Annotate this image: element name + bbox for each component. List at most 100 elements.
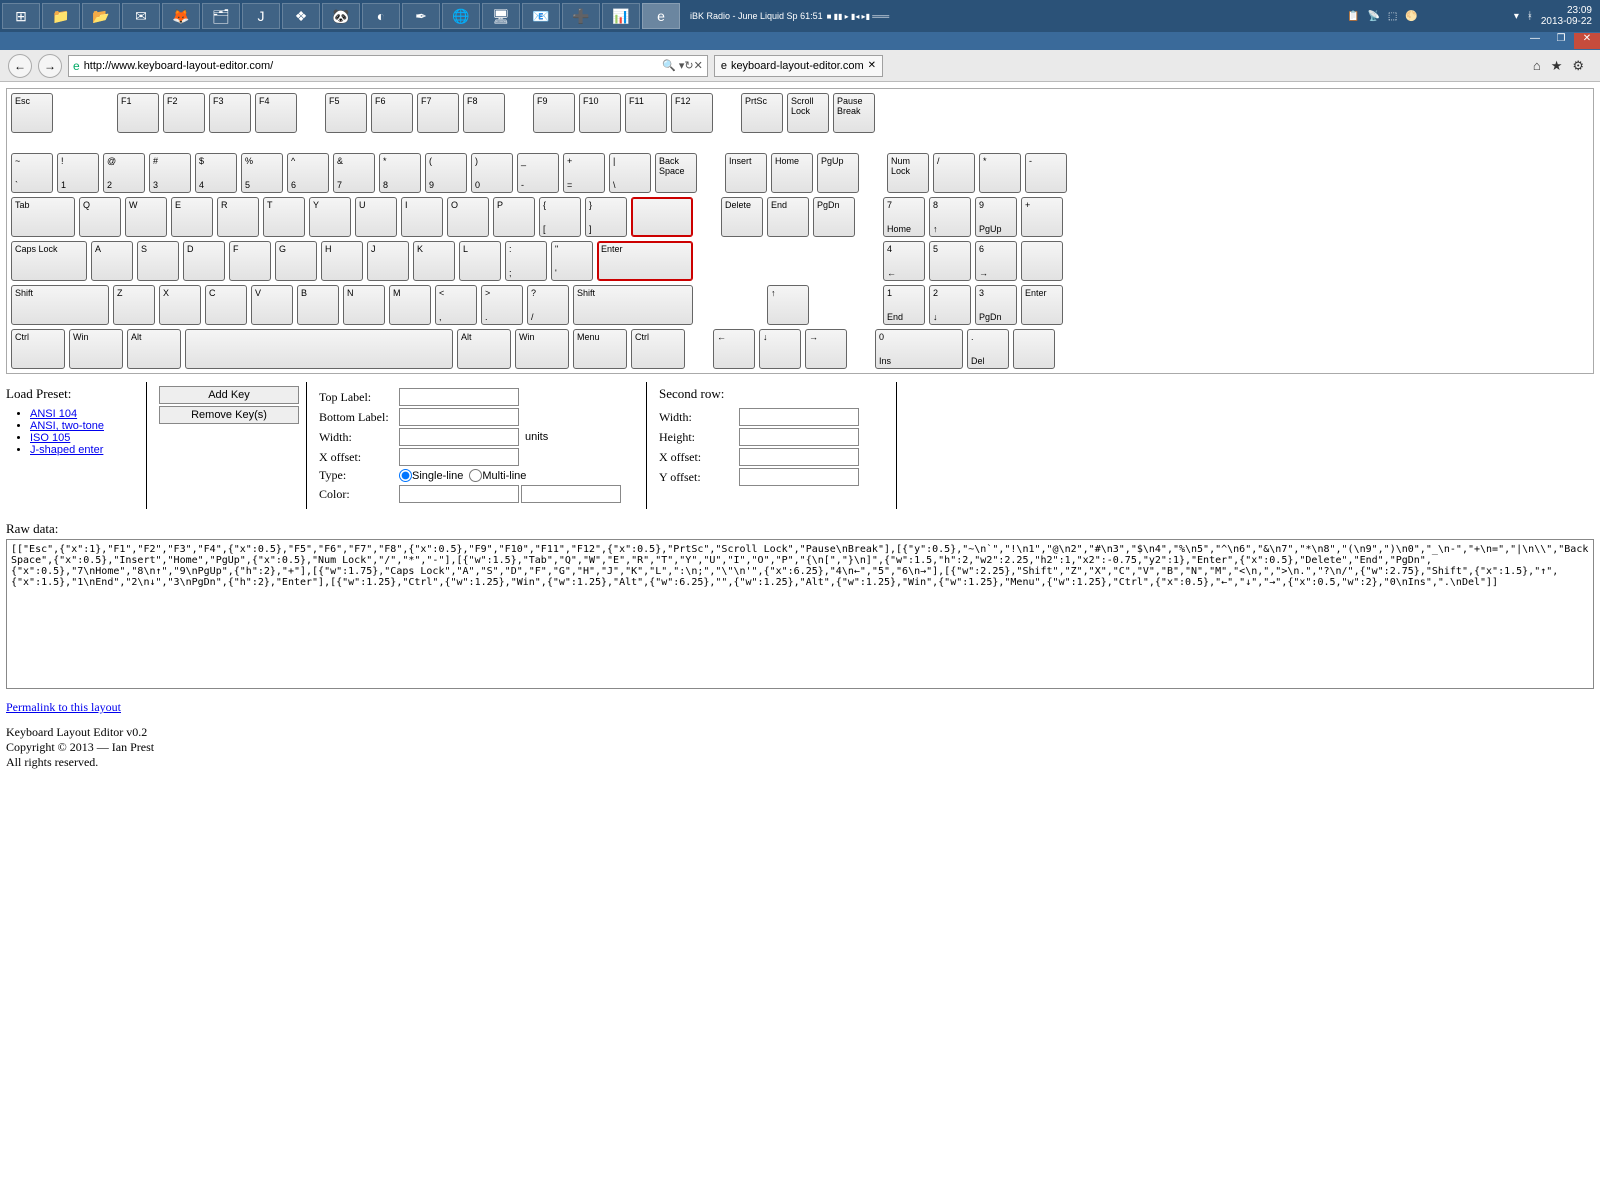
- key-alt[interactable]: Alt: [457, 329, 511, 369]
- task-firefox[interactable]: 🦊: [162, 3, 200, 29]
- key-7[interactable]: 7Home: [883, 197, 925, 237]
- key-[interactable]: +: [1021, 197, 1063, 237]
- tray-bt-icon[interactable]: ᚼ: [1527, 11, 1533, 22]
- key-l[interactable]: L: [459, 241, 501, 281]
- key-esc[interactable]: Esc: [11, 93, 53, 133]
- tray-icon2[interactable]: ⬚: [1388, 11, 1397, 22]
- color-input[interactable]: [399, 485, 519, 503]
- key-8[interactable]: 8↑: [929, 197, 971, 237]
- key-menu[interactable]: Menu: [573, 329, 627, 369]
- key-d[interactable]: D: [183, 241, 225, 281]
- key-4[interactable]: 4←: [883, 241, 925, 281]
- key-end[interactable]: End: [767, 197, 809, 237]
- key-scrolllock[interactable]: Scroll Lock: [787, 93, 829, 133]
- key-1[interactable]: 1End: [883, 285, 925, 325]
- key-f6[interactable]: F6: [371, 93, 413, 133]
- permalink-link[interactable]: Permalink to this layout: [6, 700, 121, 714]
- key-[interactable]: !1: [57, 153, 99, 193]
- key-r[interactable]: R: [217, 197, 259, 237]
- remove-keys-button[interactable]: Remove Key(s): [159, 406, 299, 424]
- key-blank[interactable]: [185, 329, 453, 369]
- key-[interactable]: ←: [713, 329, 755, 369]
- key-[interactable]: _-: [517, 153, 559, 193]
- width-input[interactable]: [399, 428, 519, 446]
- url-input[interactable]: e http://www.keyboard-layout-editor.com/…: [68, 55, 708, 77]
- tray-rss-icon[interactable]: 📡: [1367, 11, 1379, 22]
- tab-close-icon[interactable]: ✕: [868, 60, 876, 71]
- task-chrome[interactable]: 🌐: [442, 3, 480, 29]
- xoffset2-input[interactable]: [739, 448, 859, 466]
- tray-chevron[interactable]: ▾: [1514, 11, 1519, 22]
- key-f12[interactable]: F12: [671, 93, 713, 133]
- task-app4[interactable]: ✒: [402, 3, 440, 29]
- key-f3[interactable]: F3: [209, 93, 251, 133]
- key-j[interactable]: J: [367, 241, 409, 281]
- key-f10[interactable]: F10: [579, 93, 621, 133]
- back-button[interactable]: ←: [8, 54, 32, 78]
- key-f1[interactable]: F1: [117, 93, 159, 133]
- key-w[interactable]: W: [125, 197, 167, 237]
- key-f[interactable]: F: [229, 241, 271, 281]
- search-icon[interactable]: 🔍 ▾: [662, 59, 684, 72]
- key-[interactable]: "': [551, 241, 593, 281]
- key-capslock[interactable]: Caps Lock: [11, 241, 87, 281]
- key-[interactable]: $4: [195, 153, 237, 193]
- multi-line-radio[interactable]: [469, 469, 482, 482]
- height2-input[interactable]: [739, 428, 859, 446]
- task-ie[interactable]: e: [642, 3, 680, 29]
- key-a[interactable]: A: [91, 241, 133, 281]
- maximize-button[interactable]: ❐: [1548, 33, 1574, 49]
- key-[interactable]: (9: [425, 153, 467, 193]
- key-enter[interactable]: Enter: [597, 241, 693, 281]
- key-prtsc[interactable]: PrtSc: [741, 93, 783, 133]
- key-f5[interactable]: F5: [325, 93, 367, 133]
- key-pgup[interactable]: PgUp: [817, 153, 859, 193]
- start-button[interactable]: ⊞: [2, 3, 40, 29]
- key-b[interactable]: B: [297, 285, 339, 325]
- task-plus[interactable]: ➕: [562, 3, 600, 29]
- task-explorer[interactable]: 📁: [42, 3, 80, 29]
- refresh-icon[interactable]: ↻: [684, 59, 693, 72]
- key-t[interactable]: T: [263, 197, 305, 237]
- task-panda[interactable]: 🐼: [322, 3, 360, 29]
- key-[interactable]: <,: [435, 285, 477, 325]
- key-2[interactable]: 2↓: [929, 285, 971, 325]
- key-[interactable]: &7: [333, 153, 375, 193]
- settings-icon[interactable]: ⚙: [1572, 58, 1584, 74]
- key-3[interactable]: 3PgDn: [975, 285, 1017, 325]
- key-[interactable]: >.: [481, 285, 523, 325]
- key-[interactable]: %5: [241, 153, 283, 193]
- key-f4[interactable]: F4: [255, 93, 297, 133]
- key-delete[interactable]: Delete: [721, 197, 763, 237]
- key-pgdn[interactable]: PgDn: [813, 197, 855, 237]
- key-[interactable]: *: [979, 153, 1021, 193]
- key-z[interactable]: Z: [113, 285, 155, 325]
- width2-input[interactable]: [739, 408, 859, 426]
- key-enter[interactable]: Enter: [1021, 285, 1063, 325]
- key-[interactable]: @2: [103, 153, 145, 193]
- task-outlook[interactable]: 📧: [522, 3, 560, 29]
- key-shift[interactable]: Shift: [11, 285, 109, 325]
- preset-link[interactable]: J-shaped enter: [30, 444, 103, 456]
- tray-moon-icon[interactable]: 🌕: [1405, 11, 1417, 22]
- key-[interactable]: /: [933, 153, 975, 193]
- key-blank[interactable]: [631, 197, 693, 237]
- single-line-radio[interactable]: [399, 469, 412, 482]
- key-p[interactable]: P: [493, 197, 535, 237]
- key-pausebreak[interactable]: Pause Break: [833, 93, 875, 133]
- key-9[interactable]: 9PgUp: [975, 197, 1017, 237]
- key-f11[interactable]: F11: [625, 93, 667, 133]
- top-label-input[interactable]: [399, 388, 519, 406]
- key-[interactable]: ?/: [527, 285, 569, 325]
- key-[interactable]: ~`: [11, 153, 53, 193]
- home-icon[interactable]: ⌂: [1533, 58, 1541, 74]
- key-f9[interactable]: F9: [533, 93, 575, 133]
- key-home[interactable]: Home: [771, 153, 813, 193]
- key-k[interactable]: K: [413, 241, 455, 281]
- key-0[interactable]: 0Ins: [875, 329, 963, 369]
- key-alt[interactable]: Alt: [127, 329, 181, 369]
- key-backspace[interactable]: Back Space: [655, 153, 697, 193]
- yoffset2-input[interactable]: [739, 468, 859, 486]
- raw-data-textarea[interactable]: [6, 539, 1594, 689]
- key-o[interactable]: O: [447, 197, 489, 237]
